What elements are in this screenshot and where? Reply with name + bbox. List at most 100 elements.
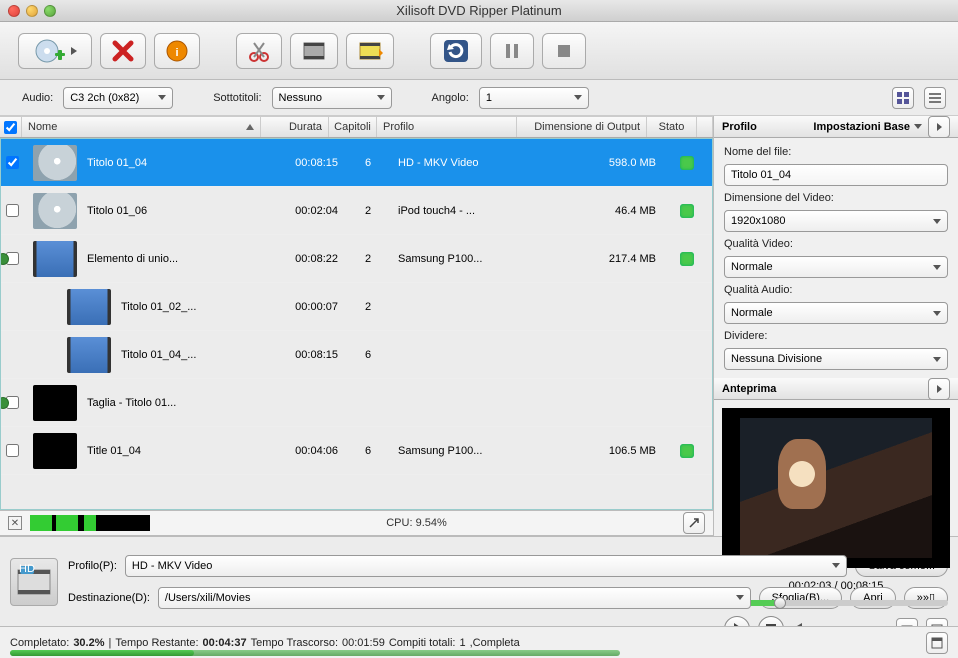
row-status: [662, 283, 712, 330]
toolbar: i: [0, 22, 958, 80]
effect-button[interactable]: [346, 33, 394, 69]
profile-combo[interactable]: HD - MKV Video: [125, 555, 847, 577]
chevron-down-icon: [574, 95, 582, 100]
row-chapters: 2: [344, 235, 392, 282]
progress-bar: [10, 650, 620, 656]
row-duration: 00:00:07: [276, 283, 344, 330]
row-name: Titolo 01_04: [87, 157, 147, 169]
subtitle-combo[interactable]: Nessuno: [272, 87, 392, 109]
tab-basic-settings[interactable]: Impostazioni Base: [813, 121, 910, 133]
table-row[interactable]: Titolo 01_04_... 00:08:156: [1, 331, 712, 379]
tasks-label: Compiti totali:: [389, 637, 456, 649]
elapsed-value: 00:01:59: [342, 637, 385, 649]
chevron-down-icon: [933, 357, 941, 362]
list-view-button[interactable]: [924, 87, 946, 109]
cpu-row: ✕ CPU: 9.54%: [0, 510, 713, 536]
table-row[interactable]: Titolo 01_0600:02:042iPod touch4 - ...46…: [1, 187, 712, 235]
thumbnail: [67, 289, 111, 325]
table-row[interactable]: Title 01_0400:04:066Samsung P100...106.5…: [1, 427, 712, 475]
row-status: [662, 187, 712, 234]
preview-slider[interactable]: [724, 600, 948, 606]
thumbnail-view-button[interactable]: [892, 87, 914, 109]
row-profile: [392, 283, 532, 330]
cpu-usage-bar: [30, 515, 150, 531]
row-size: 106.5 MB: [532, 427, 662, 474]
convert-button[interactable]: [430, 33, 482, 69]
audioquality-combo[interactable]: Normale: [724, 302, 948, 324]
column-duration[interactable]: Durata: [261, 117, 329, 137]
thumbnail: [33, 433, 77, 469]
destination-combo[interactable]: /Users/xili/Movies: [158, 587, 751, 609]
column-profile[interactable]: Profilo: [377, 117, 517, 137]
window-title: Xilisoft DVD Ripper Platinum: [0, 3, 958, 18]
chevron-right-icon: [937, 385, 942, 393]
row-duration: 00:08:22: [276, 235, 344, 282]
column-status[interactable]: Stato: [647, 117, 697, 137]
row-name: Titolo 01_04_...: [121, 349, 196, 361]
row-profile: iPod touch4 - ...: [392, 187, 532, 234]
chevron-right-icon: [937, 123, 942, 131]
cut-button[interactable]: [236, 33, 282, 69]
preview-header: Anteprima: [714, 378, 958, 400]
chevron-down-icon: [736, 595, 744, 600]
row-size: [532, 283, 662, 330]
row-checkbox[interactable]: [6, 204, 19, 217]
videoquality-combo[interactable]: Normale: [724, 256, 948, 278]
preview-image: [722, 408, 950, 568]
chevron-down-icon: [933, 265, 941, 270]
stop-button[interactable]: [542, 33, 586, 69]
titlebar: Xilisoft DVD Ripper Platinum: [0, 0, 958, 22]
cpu-expand-button[interactable]: [683, 512, 705, 534]
column-name[interactable]: Nome: [22, 117, 261, 137]
row-name: Taglia - Titolo 01...: [87, 397, 176, 409]
row-status: [662, 331, 712, 378]
row-checkbox[interactable]: [6, 156, 19, 169]
svg-text:i: i: [175, 47, 178, 59]
row-size: [532, 331, 662, 378]
table-row[interactable]: Elemento di unio...00:08:222Samsung P100…: [1, 235, 712, 283]
preview-collapse-button[interactable]: [928, 378, 950, 400]
filename-input[interactable]: Titolo 01_04: [724, 164, 948, 186]
svg-text:HD: HD: [19, 564, 35, 575]
status-dot-icon: [680, 252, 694, 266]
angle-combo[interactable]: 1: [479, 87, 589, 109]
row-duration: 00:02:04: [276, 187, 344, 234]
table-row[interactable]: Titolo 01_0400:08:156HD - MKV Video598.0…: [1, 139, 712, 187]
preview-label: Anteprima: [722, 383, 776, 395]
row-chapters: [344, 379, 392, 426]
row-checkbox[interactable]: [6, 444, 19, 457]
status-dot-icon: [680, 204, 694, 218]
chevron-down-icon: [377, 95, 385, 100]
audio-combo[interactable]: C3 2ch (0x82): [63, 87, 173, 109]
profile-label: Profilo(P):: [68, 560, 117, 572]
info-button[interactable]: i: [154, 33, 200, 69]
split-combo[interactable]: Nessuna Divisione: [724, 348, 948, 370]
column-chapters[interactable]: Capitoli: [329, 117, 377, 137]
table-body[interactable]: Titolo 01_0400:08:156HD - MKV Video598.0…: [0, 138, 713, 510]
row-name: Elemento di unio...: [87, 253, 178, 265]
clip-button[interactable]: [290, 33, 338, 69]
table-row[interactable]: Taglia - Titolo 01...: [1, 379, 712, 427]
row-duration: 00:08:15: [276, 331, 344, 378]
videosize-combo[interactable]: 1920x1080: [724, 210, 948, 232]
row-name: Titolo 01_02_...: [121, 301, 196, 313]
chevron-down-icon: [832, 563, 840, 568]
chevron-down-icon: [158, 95, 166, 100]
row-duration: 00:04:06: [276, 427, 344, 474]
status-toggle-button[interactable]: [926, 632, 948, 654]
table-row[interactable]: Titolo 01_02_...00:00:072: [1, 283, 712, 331]
tab-profile[interactable]: Profilo: [722, 121, 757, 133]
select-all-checkbox[interactable]: [4, 121, 17, 134]
panel-collapse-button[interactable]: [928, 116, 950, 138]
close-cpu-button[interactable]: ✕: [8, 516, 22, 530]
chevron-down-icon: [933, 219, 941, 224]
column-outputsize[interactable]: Dimensione di Output: [517, 117, 647, 137]
add-disc-button[interactable]: [18, 33, 92, 69]
status-bar: Completato: 30.2% | Tempo Restante: 00:0…: [0, 626, 958, 658]
row-chapters: 6: [344, 331, 392, 378]
delete-button[interactable]: [100, 33, 146, 69]
audio-label: Audio:: [22, 92, 53, 104]
pause-button[interactable]: [490, 33, 534, 69]
subtitle-label: Sottotitoli:: [213, 92, 261, 104]
thumbnail: [33, 193, 77, 229]
